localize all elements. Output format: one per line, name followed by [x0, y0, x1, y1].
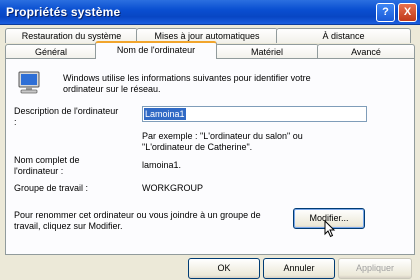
cancel-button[interactable]: Annuler [263, 258, 335, 279]
workgroup-label: Groupe de travail : [14, 183, 89, 193]
mouse-cursor-icon [324, 220, 336, 238]
description-input[interactable]: Lamoina1 [142, 106, 367, 122]
full-name-value: lamoina1. [142, 160, 182, 170]
computer-name-panel: Windows utilise les informations suivant… [5, 58, 415, 255]
apply-button[interactable]: Appliquer [338, 258, 412, 279]
example-text: Par exemple : "L'ordinateur du salon" ou… [142, 131, 303, 152]
ok-button[interactable]: OK [188, 258, 260, 279]
tab-materiel[interactable]: Matériel [215, 44, 319, 59]
workgroup-value: WORKGROUP [142, 183, 204, 193]
tab-nom-ordinateur[interactable]: Nom de l'ordinateur [95, 41, 217, 59]
tab-general[interactable]: Général [5, 44, 97, 59]
window-title: Propriétés système [6, 5, 121, 19]
tab-avance[interactable]: Avancé [317, 44, 415, 59]
intro-text: Windows utilise les informations suivant… [63, 73, 311, 94]
tab-a-distance[interactable]: À distance [276, 28, 411, 43]
full-name-label: Nom complet de l'ordinateur : [14, 155, 80, 176]
description-value: Lamoina1 [144, 108, 186, 120]
rename-text: Pour renommer cet ordinateur ou vous joi… [14, 210, 261, 231]
close-button[interactable]: X [398, 3, 417, 22]
title-bar: Propriétés système ? X [0, 0, 420, 25]
help-button[interactable]: ? [376, 3, 395, 22]
description-label: Description de l'ordinateur : [14, 106, 119, 127]
computer-icon [18, 71, 40, 94]
